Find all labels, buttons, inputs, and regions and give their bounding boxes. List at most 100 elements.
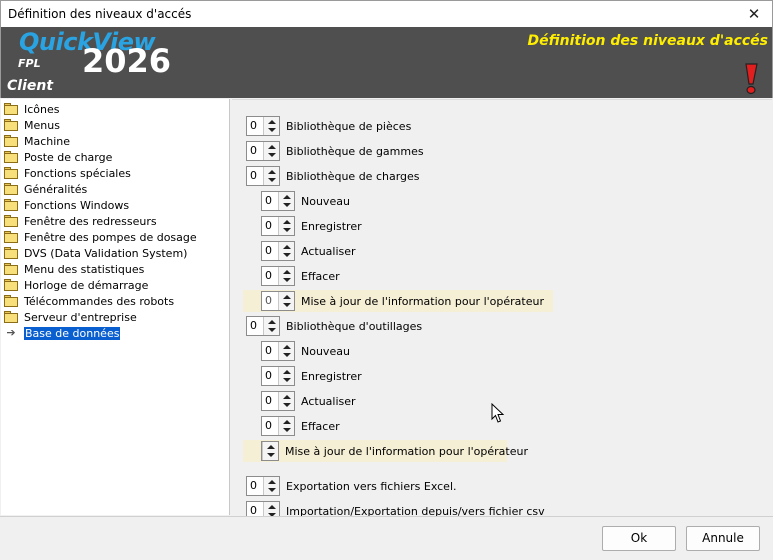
spinner-buttons[interactable] bbox=[278, 392, 294, 410]
tree-item[interactable]: Généralités bbox=[3, 181, 87, 197]
spin-down-icon[interactable] bbox=[268, 488, 276, 492]
tree-item[interactable]: ➔ Base de données bbox=[3, 325, 122, 341]
access-level-spinner[interactable]: 0 bbox=[246, 141, 280, 161]
spin-up-icon[interactable] bbox=[283, 245, 291, 249]
access-level-label: Actualiser bbox=[301, 244, 356, 258]
spin-up-icon[interactable] bbox=[283, 395, 291, 399]
access-level-value[interactable]: 0 bbox=[247, 117, 263, 135]
spin-down-icon[interactable] bbox=[283, 228, 291, 232]
spin-down-icon[interactable] bbox=[267, 453, 275, 457]
tree-item[interactable]: Menus bbox=[3, 117, 60, 133]
access-level-label: Nouveau bbox=[301, 194, 350, 208]
spin-up-icon[interactable] bbox=[268, 170, 276, 174]
client-label: Client bbox=[7, 78, 54, 94]
spinner-buttons[interactable] bbox=[278, 292, 294, 310]
access-level-value[interactable]: 0 bbox=[262, 217, 278, 235]
spin-down-icon[interactable] bbox=[283, 278, 291, 282]
spinner-buttons[interactable] bbox=[278, 267, 294, 285]
access-level-spinner[interactable]: 0 bbox=[261, 391, 295, 411]
spinner-buttons[interactable] bbox=[262, 442, 278, 460]
access-level-value[interactable]: 0 bbox=[262, 417, 278, 435]
access-level-spinner[interactable]: 0 bbox=[261, 416, 295, 436]
access-level-value[interactable]: 0 bbox=[247, 477, 263, 495]
tree-item[interactable]: Télécommandes des robots bbox=[3, 293, 174, 309]
spinner-buttons[interactable] bbox=[278, 367, 294, 385]
spinner-buttons[interactable] bbox=[278, 192, 294, 210]
tree-item-label: Fonctions Windows bbox=[24, 198, 130, 212]
spin-down-icon[interactable] bbox=[268, 178, 276, 182]
tree-item[interactable]: Fonctions spéciales bbox=[3, 165, 131, 181]
spin-down-icon[interactable] bbox=[268, 328, 276, 332]
access-level-value[interactable]: 0 bbox=[262, 267, 278, 285]
access-level-value[interactable]: 0 bbox=[262, 367, 278, 385]
spin-down-icon[interactable] bbox=[268, 153, 276, 157]
spinner-buttons[interactable] bbox=[263, 477, 279, 495]
tree-item[interactable]: Icônes bbox=[3, 101, 60, 117]
spin-up-icon[interactable] bbox=[268, 120, 276, 124]
tree-item[interactable]: Fenêtre des pompes de dosage bbox=[3, 229, 197, 245]
spin-up-icon[interactable] bbox=[283, 220, 291, 224]
close-button[interactable]: ✕ bbox=[736, 1, 772, 27]
access-level-spinner[interactable]: 0 bbox=[261, 266, 295, 286]
tree-item[interactable]: Serveur d'entreprise bbox=[3, 309, 137, 325]
spin-up-icon[interactable] bbox=[283, 195, 291, 199]
tree-item[interactable]: Menu des statistiques bbox=[3, 261, 144, 277]
spinner-buttons[interactable] bbox=[263, 117, 279, 135]
tree-item[interactable]: Machine bbox=[3, 133, 70, 149]
access-level-value[interactable]: 0 bbox=[262, 192, 278, 210]
access-level-spinner[interactable]: 0 bbox=[261, 366, 295, 386]
access-level-spinner[interactable]: 0 bbox=[246, 316, 280, 336]
spinner-buttons[interactable] bbox=[263, 167, 279, 185]
tree-item[interactable]: Fonctions Windows bbox=[3, 197, 129, 213]
cancel-button[interactable]: Annule bbox=[686, 526, 760, 551]
tree-item[interactable]: DVS (Data Validation System) bbox=[3, 245, 187, 261]
access-level-value[interactable]: 0 bbox=[247, 317, 263, 335]
spinner-buttons[interactable] bbox=[278, 217, 294, 235]
spin-up-icon[interactable] bbox=[268, 145, 276, 149]
spin-down-icon[interactable] bbox=[283, 428, 291, 432]
tree-item[interactable]: Fenêtre des redresseurs bbox=[3, 213, 157, 229]
tree-item-label: Généralités bbox=[24, 182, 88, 196]
access-level-value[interactable]: 0 bbox=[262, 392, 278, 410]
access-level-value[interactable]: 0 bbox=[262, 292, 278, 310]
spinner-buttons[interactable] bbox=[263, 142, 279, 160]
access-level-spinner[interactable]: 0 bbox=[261, 291, 295, 311]
access-level-value[interactable]: 0 bbox=[247, 167, 263, 185]
spin-down-icon[interactable] bbox=[283, 303, 291, 307]
access-level-row: 0 Nouveau bbox=[261, 190, 350, 212]
spin-down-icon[interactable] bbox=[283, 403, 291, 407]
access-level-spinner[interactable]: 0 bbox=[246, 116, 280, 136]
access-level-value[interactable]: 0 bbox=[262, 342, 278, 360]
spinner-buttons[interactable] bbox=[263, 317, 279, 335]
spin-down-icon[interactable] bbox=[283, 353, 291, 357]
spin-up-icon[interactable] bbox=[283, 420, 291, 424]
spin-up-icon[interactable] bbox=[283, 270, 291, 274]
access-level-spinner[interactable]: 0 bbox=[261, 241, 295, 261]
spinner-buttons[interactable] bbox=[278, 242, 294, 260]
spin-up-icon[interactable] bbox=[267, 445, 275, 449]
spin-up-icon[interactable] bbox=[283, 370, 291, 374]
spin-up-icon[interactable] bbox=[283, 345, 291, 349]
access-level-row: 0 Mise à jour de l'information pour l'opé… bbox=[243, 440, 528, 462]
access-level-value[interactable]: 0 bbox=[262, 242, 278, 260]
access-level-spinner[interactable]: 0 bbox=[261, 341, 295, 361]
spin-down-icon[interactable] bbox=[268, 128, 276, 132]
spin-up-icon[interactable] bbox=[268, 320, 276, 324]
spin-down-icon[interactable] bbox=[283, 253, 291, 257]
access-level-spinner[interactable]: 0 bbox=[261, 216, 295, 236]
spin-up-icon[interactable] bbox=[283, 295, 291, 299]
access-level-spinner[interactable]: 0 bbox=[246, 476, 280, 496]
access-level-spinner[interactable]: 0 bbox=[261, 441, 279, 461]
spinner-buttons[interactable] bbox=[278, 417, 294, 435]
tree-item[interactable]: Poste de charge bbox=[3, 149, 112, 165]
access-level-value[interactable]: 0 bbox=[247, 142, 263, 160]
spin-down-icon[interactable] bbox=[283, 203, 291, 207]
access-level-spinner[interactable]: 0 bbox=[261, 191, 295, 211]
spin-down-icon[interactable] bbox=[283, 378, 291, 382]
spin-up-icon[interactable] bbox=[268, 480, 276, 484]
access-level-spinner[interactable]: 0 bbox=[246, 166, 280, 186]
spinner-buttons[interactable] bbox=[278, 342, 294, 360]
spin-up-icon[interactable] bbox=[268, 505, 276, 509]
ok-button[interactable]: Ok bbox=[602, 526, 676, 551]
tree-item[interactable]: Horloge de démarrage bbox=[3, 277, 148, 293]
